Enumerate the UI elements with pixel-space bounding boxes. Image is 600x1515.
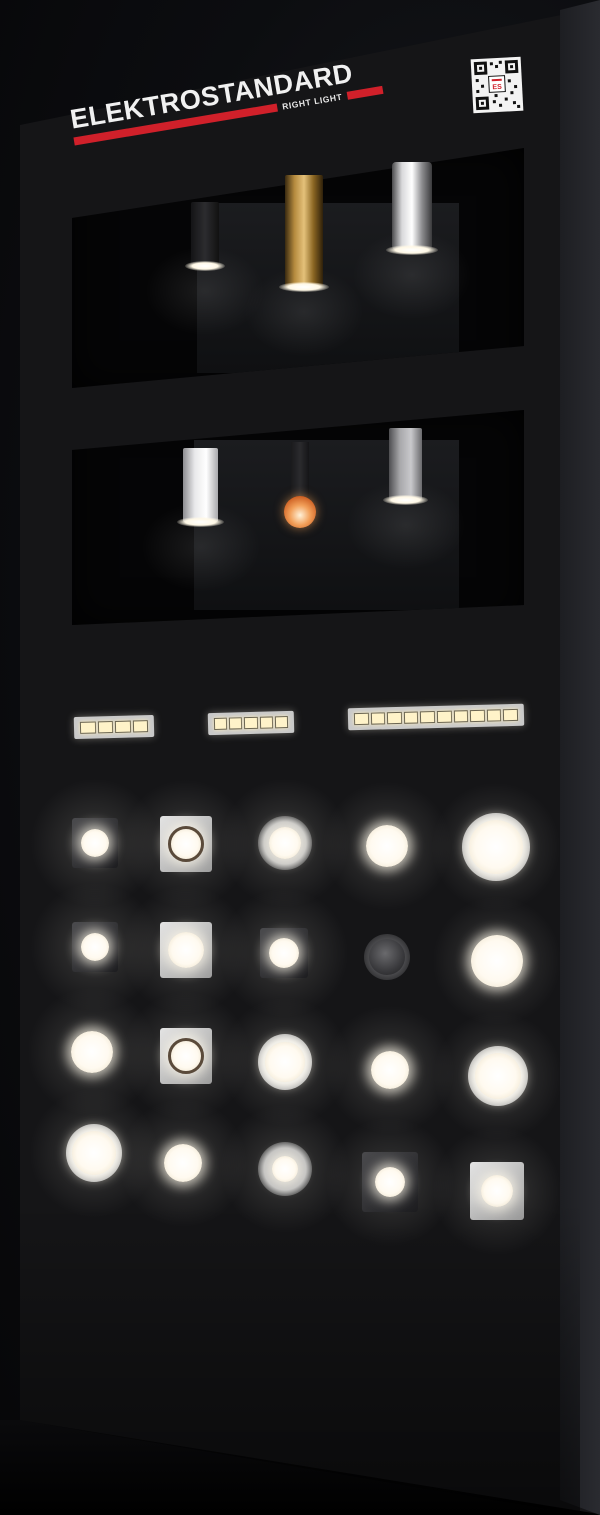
qr-code-icon: ES (470, 56, 524, 114)
downlight (220, 997, 350, 1127)
downlight (433, 1011, 563, 1141)
downlight (30, 882, 160, 1012)
linear-led-4 (73, 714, 155, 740)
spotlight-grey (345, 428, 466, 570)
downlight-off (364, 934, 410, 980)
qr-code-graphic: ES (473, 59, 521, 111)
downlight (219, 888, 349, 1018)
linear-led-10 (347, 703, 525, 731)
spotlight-black-small (145, 202, 265, 336)
downlight (220, 1104, 350, 1234)
downlight (27, 987, 157, 1117)
spotlight-silver (352, 162, 472, 320)
linear-led-5 (207, 710, 295, 736)
downlight (325, 1005, 455, 1135)
spotlight-white (140, 448, 261, 592)
downlight (220, 778, 350, 908)
downlight (432, 896, 562, 1026)
spotlight-copper-orb (284, 496, 316, 528)
downlight (30, 778, 160, 908)
downlight (118, 1098, 248, 1228)
downlight (431, 782, 561, 912)
qr-label: ES (492, 84, 502, 91)
spotlight-brass (244, 175, 364, 357)
downlight (121, 779, 251, 909)
downlight (121, 885, 251, 1015)
downlight (121, 991, 251, 1121)
downlight (29, 1088, 159, 1218)
downlight (322, 781, 452, 911)
pendant-stem (291, 442, 309, 502)
